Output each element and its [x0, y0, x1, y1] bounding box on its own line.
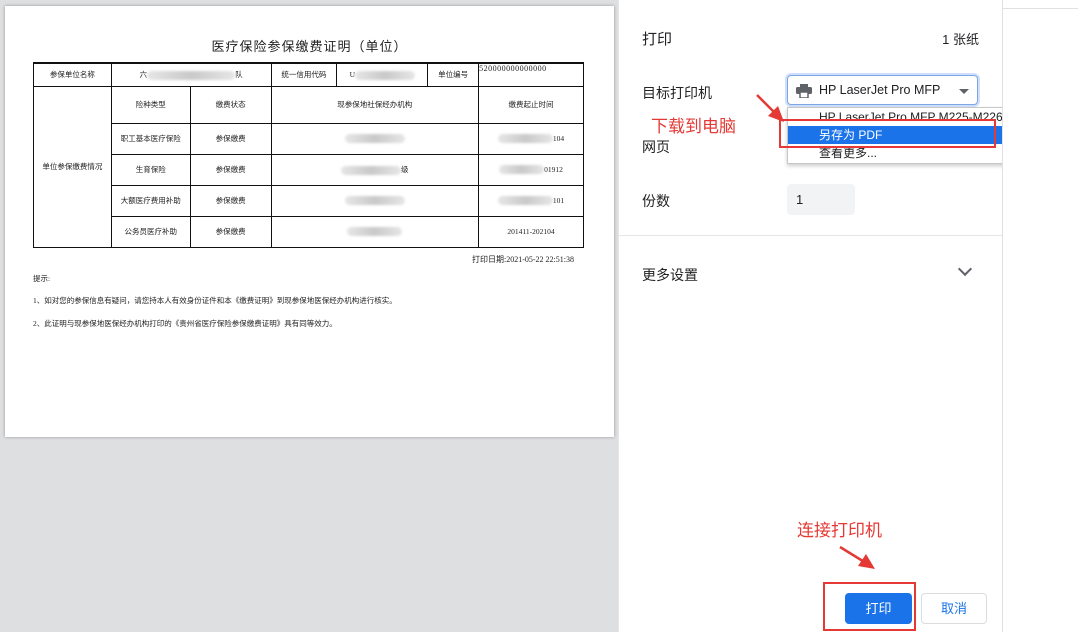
- cell-type: 职工基本医疗保险: [110, 122, 191, 155]
- cell-type: 大额医疗费用补助: [110, 184, 191, 217]
- table-row: 公务员医疗补助 参保缴费 201411-202104: [34, 215, 584, 248]
- divider: [619, 235, 1003, 236]
- copies-label: 份数: [642, 193, 670, 209]
- destination-value: HP LaserJet Pro MFP: [819, 83, 941, 97]
- cell-agency: [270, 122, 480, 155]
- table-row: 大额医疗费用补助 参保缴费 101: [34, 184, 584, 217]
- printer-icon: [796, 84, 812, 98]
- unit-no-label: 单位编号: [427, 62, 480, 87]
- section-label: 单位参保缴费情况: [33, 85, 112, 248]
- table-row: 职工基本医疗保险 参保缴费 104: [34, 122, 584, 155]
- preview-page: 医疗保险参保缴费证明（单位） 参保单位名称 六队 统一信用代码 U 单位编号 5…: [5, 6, 614, 437]
- cell-agency: [270, 215, 480, 248]
- credit-code-value: U: [336, 62, 429, 87]
- cell-period: 104: [478, 122, 584, 155]
- destination-select[interactable]: HP LaserJet Pro MFP: [787, 75, 978, 105]
- certificate-table: 参保单位名称 六队 统一信用代码 U 单位编号 520000000000000 …: [33, 62, 584, 248]
- cancel-button[interactable]: 取消: [921, 593, 987, 624]
- annotation-connect: 连接打印机: [797, 521, 882, 540]
- right-strip: [1002, 0, 1078, 632]
- cell-status: 参保缴费: [189, 122, 272, 155]
- print-preview-area: 医疗保险参保缴费证明（单位） 参保单位名称 六队 统一信用代码 U 单位编号 5…: [0, 0, 618, 632]
- print-date: 打印日期:2021-05-22 22:51:38: [472, 255, 574, 264]
- tip-1: 1、如对您的参保信息有疑问，请您持本人有效身份证件和本《缴费证明》到现参保地医保…: [33, 296, 397, 305]
- cell-agency: 级: [270, 153, 480, 186]
- credit-code-label: 统一信用代码: [270, 62, 338, 87]
- cell-status: 参保缴费: [189, 215, 272, 248]
- cell-period: 101: [478, 184, 584, 217]
- unit-name-value: 六队: [110, 62, 272, 87]
- panel-title: 打印: [642, 31, 673, 48]
- header-period: 缴费起止时间: [478, 85, 584, 124]
- cell-agency: [270, 184, 480, 217]
- cell-period: 01912: [478, 153, 584, 186]
- cell-period: 201411-202104: [478, 215, 584, 248]
- table-row: 生育保险 参保缴费 级 01912: [34, 153, 584, 186]
- unit-name-label: 参保单位名称: [33, 62, 112, 87]
- dropdown-arrow-icon: [959, 89, 969, 94]
- header-status: 缴费状态: [189, 85, 272, 124]
- unit-no-value: 520000000000000: [478, 62, 584, 87]
- divider: [1003, 8, 1078, 9]
- more-settings-label[interactable]: 更多设置: [642, 265, 698, 285]
- table-row: 参保单位名称 六队 统一信用代码 U 单位编号 520000000000000: [33, 62, 584, 87]
- save-pdf-highlight-box: [779, 119, 996, 148]
- pages-label: 网页: [642, 139, 670, 155]
- annotation-download: 下载到电脑: [651, 117, 736, 136]
- cell-status: 参保缴费: [189, 153, 272, 186]
- copies-input[interactable]: 1: [787, 184, 855, 215]
- sheet-count: 1 张纸: [942, 32, 979, 47]
- chevron-down-icon[interactable]: [957, 261, 973, 277]
- print-button-highlight-box: [823, 582, 916, 631]
- destination-label: 目标打印机: [642, 85, 712, 101]
- table-row: 单位参保缴费情况 险种类型 缴费状态 现参保地社保经办机构 缴费起止时间: [33, 85, 584, 248]
- document-title: 医疗保险参保缴费证明（单位）: [211, 39, 408, 54]
- cell-type: 生育保险: [110, 153, 191, 186]
- header-type: 险种类型: [110, 85, 191, 124]
- cell-status: 参保缴费: [189, 184, 272, 217]
- cell-type: 公务员医疗补助: [110, 215, 191, 248]
- tip-2: 2、此证明与现参保地医保经办机构打印的《贵州省医疗保险参保缴费证明》具有同等效力…: [33, 319, 337, 328]
- tips-title: 提示:: [33, 274, 51, 283]
- header-agency: 现参保地社保经办机构: [270, 85, 480, 124]
